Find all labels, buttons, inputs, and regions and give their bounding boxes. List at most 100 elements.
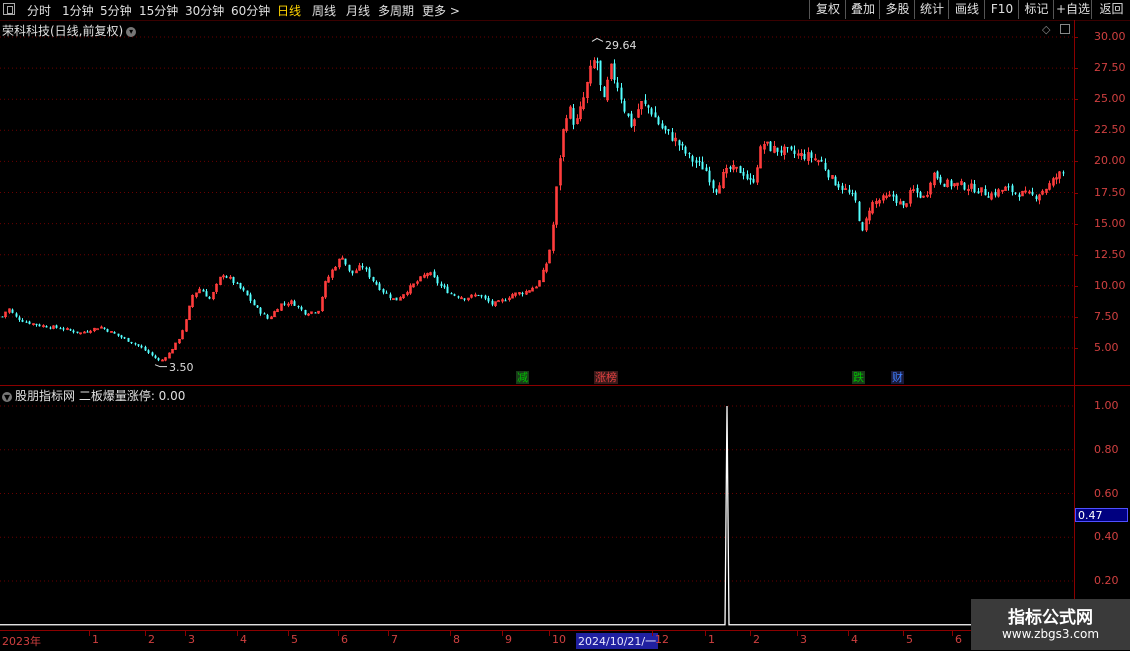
candle-body — [76, 331, 79, 333]
candle-body — [984, 188, 987, 196]
candle-body — [242, 287, 245, 291]
candle-body — [117, 333, 120, 336]
candle-body — [38, 324, 41, 327]
indicator-tick-label: 0.80 — [1094, 442, 1119, 456]
time-tick — [450, 631, 451, 636]
multi-stock-button[interactable]: 多股 — [879, 0, 915, 19]
time-label: 1 — [92, 633, 99, 646]
window-toggle-icon[interactable] — [3, 3, 15, 15]
candle-body — [463, 298, 466, 300]
candle-body — [368, 268, 371, 278]
period-weekly[interactable]: 周线 — [312, 2, 336, 19]
price-tick-label: 20.00 — [1094, 154, 1126, 168]
candle-body — [712, 180, 715, 189]
candle-body — [487, 298, 490, 302]
low-price-label: 3.50 — [169, 361, 194, 374]
candle-body — [715, 189, 718, 193]
candle-body — [572, 108, 575, 125]
indicator-chart[interactable] — [0, 386, 1130, 630]
candle-body — [457, 296, 460, 298]
event-tag-reduce[interactable]: 减 — [516, 371, 529, 384]
candle-body — [225, 276, 228, 278]
candle-body — [151, 352, 154, 356]
candle-body — [134, 343, 137, 345]
time-tick — [750, 631, 751, 636]
price-tick-mark — [1074, 161, 1078, 163]
candle-body — [365, 267, 368, 270]
candle-body — [895, 195, 898, 203]
candle-body — [994, 192, 997, 196]
price-tick-label: 22.50 — [1094, 123, 1126, 137]
event-tag-ranking[interactable]: 涨榜 — [594, 371, 618, 384]
candle-body — [382, 289, 385, 293]
back-button[interactable]: 返回 — [1091, 0, 1130, 19]
candle-body — [314, 312, 317, 314]
draw-line-button[interactable]: 画线 — [948, 0, 985, 19]
mark-button[interactable]: 标记 — [1018, 0, 1054, 19]
candle-body — [1011, 185, 1014, 193]
period-intraday[interactable]: 分时 — [27, 2, 51, 19]
candle-body — [919, 192, 922, 198]
price-tick-label: 12.50 — [1094, 247, 1126, 261]
candle-body — [86, 331, 89, 333]
candle-body — [623, 100, 626, 112]
period-1min[interactable]: 1分钟 — [62, 2, 94, 19]
event-tag-fall[interactable]: 跌 — [852, 371, 865, 384]
period-more[interactable]: 更多 > — [422, 2, 460, 19]
candle-body — [96, 328, 99, 331]
candle-body — [1035, 196, 1038, 200]
time-axis[interactable]: 2023年 1 2 3 4 5 6 7 8 9 10 2024/10/21/一 12 1 2 3 4 5 6 — [0, 630, 1074, 651]
time-tick — [338, 631, 339, 636]
candle-body — [283, 303, 286, 305]
candle-body — [671, 132, 674, 141]
time-tick — [797, 631, 798, 636]
period-30min[interactable]: 30分钟 — [185, 2, 224, 19]
period-monthly[interactable]: 月线 — [346, 2, 370, 19]
candle-body — [644, 100, 647, 104]
candle-body — [892, 194, 895, 197]
candle-body — [480, 295, 483, 297]
period-daily[interactable]: 日线 — [277, 2, 301, 19]
time-label: 7 — [391, 633, 398, 646]
candle-body — [45, 326, 48, 328]
period-15min[interactable]: 15分钟 — [139, 2, 178, 19]
high-pointer — [591, 37, 604, 42]
indicator-line — [0, 405, 1074, 626]
period-5min[interactable]: 5分钟 — [100, 2, 132, 19]
candle-body — [55, 325, 58, 328]
candle-body — [351, 270, 354, 274]
candle-body — [266, 314, 269, 319]
price-tick-mark — [1074, 37, 1078, 38]
candle-body — [202, 289, 205, 292]
period-toolbar: 分时 1分钟 5分钟 15分钟 30分钟 60分钟 日线 周线 月线 多周期 更… — [0, 0, 1130, 21]
candle-body — [749, 177, 752, 180]
add-watchlist-button[interactable]: +自选 — [1053, 0, 1092, 19]
candle-body — [69, 329, 72, 331]
candle-body — [678, 140, 681, 146]
adjust-button[interactable]: 复权 — [809, 0, 846, 19]
candle-body — [654, 112, 657, 118]
candle-body — [491, 300, 494, 305]
candlestick-chart[interactable] — [0, 20, 1130, 385]
candle-body — [987, 196, 990, 198]
price-tick-mark — [1074, 285, 1078, 287]
event-tag-finance[interactable]: 财 — [891, 371, 904, 384]
price-tick-label: 30.00 — [1094, 30, 1126, 43]
candle-body — [297, 306, 300, 308]
period-multi[interactable]: 多周期 — [378, 2, 414, 19]
candle-body — [11, 309, 14, 313]
price-tick-mark — [1074, 68, 1078, 70]
candle-body — [739, 166, 742, 174]
time-label: 2024/10/21/一 — [576, 633, 659, 649]
period-60min[interactable]: 60分钟 — [231, 2, 270, 19]
candle-body — [25, 321, 28, 323]
candle-body — [596, 61, 599, 64]
overlay-button[interactable]: 叠加 — [845, 0, 880, 19]
candle-body — [688, 153, 691, 155]
candle-body — [361, 266, 364, 268]
f10-button[interactable]: F10 — [984, 0, 1019, 19]
candle-body — [848, 189, 851, 193]
stats-button[interactable]: 统计 — [914, 0, 949, 19]
time-tick — [705, 631, 706, 636]
candle-body — [208, 296, 211, 299]
